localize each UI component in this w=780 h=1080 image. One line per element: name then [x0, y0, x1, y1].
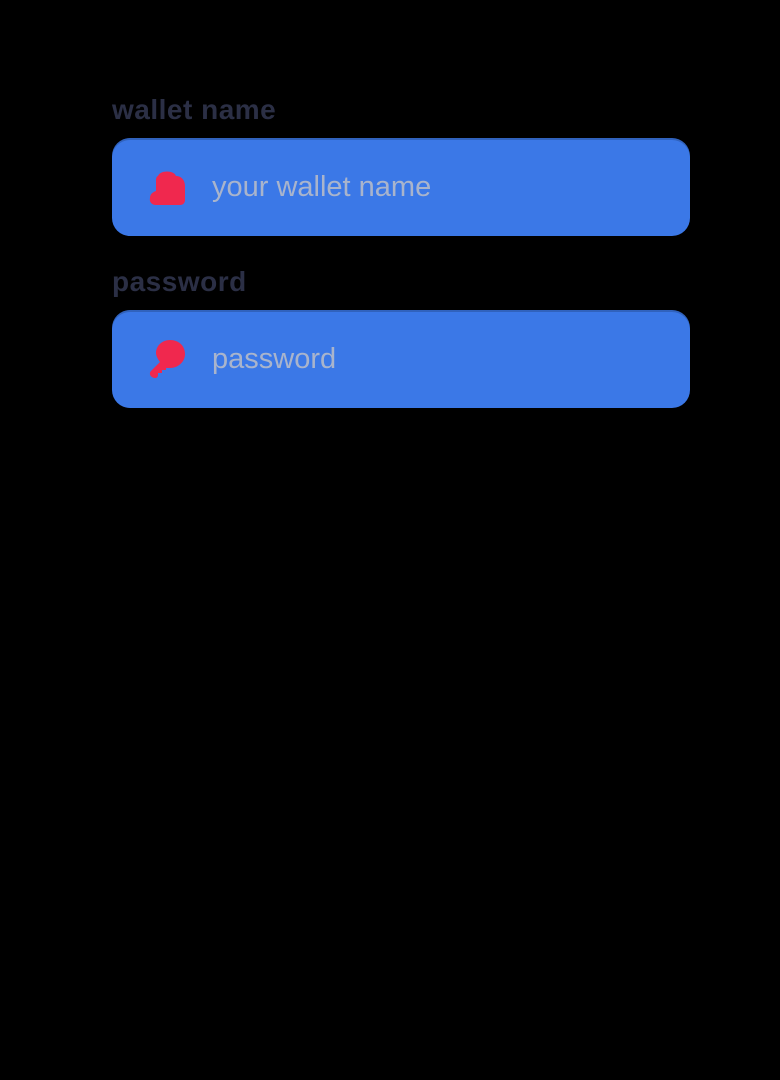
wallet-name-input[interactable]: [212, 157, 666, 217]
wallet-login-form: wallet name password: [112, 92, 690, 408]
wallet-name-label: wallet name: [112, 94, 277, 125]
wallet-name-field[interactable]: [112, 138, 690, 236]
password-field[interactable]: [112, 310, 690, 408]
password-input[interactable]: [212, 329, 666, 389]
key-icon: [144, 336, 190, 382]
wallet-icon: [144, 164, 190, 210]
password-label: password: [112, 266, 247, 297]
